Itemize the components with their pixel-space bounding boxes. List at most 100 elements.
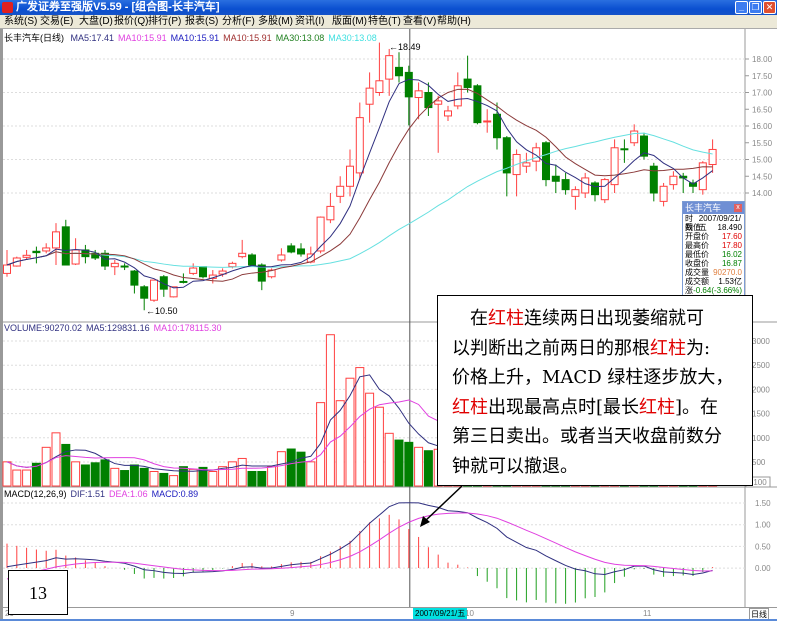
low-price-marker: ←10.50 [146, 306, 178, 316]
legend-value: VOLUME:90270.02 [4, 323, 83, 333]
candle-up [336, 185, 345, 197]
callout-text: 第三日卖出。或者当天收盘前数分 [452, 426, 722, 447]
volume-bar-up [345, 377, 355, 487]
volume-bar-up [188, 468, 198, 487]
callout-text: 在 [452, 308, 488, 329]
price-axis-label: 16.50 [752, 105, 773, 114]
volume-legend: VOLUME:90270.02 MA5:129831.16 MA10:178115.… [4, 323, 226, 333]
candle-up [434, 100, 443, 105]
candle-down [395, 66, 403, 77]
candle-up [326, 205, 335, 221]
legend-value: MACD:0.89 [151, 489, 199, 499]
candle-down [424, 92, 433, 109]
candle-up [110, 262, 119, 268]
candle-down [463, 78, 472, 88]
price-axis-label: 17.00 [752, 89, 773, 98]
volume-bar-down [159, 472, 169, 487]
volume-bar-down [100, 459, 110, 487]
info-row: 涨幅-0.64(-3.66%) [683, 286, 744, 304]
volume-bar-down [247, 471, 257, 487]
volume-bar-up [41, 446, 51, 487]
info-close-icon[interactable]: x [734, 204, 742, 212]
candle-up [483, 120, 492, 123]
volume-bar-up [71, 461, 81, 487]
candle-down [179, 280, 188, 283]
price-axis-label: 14.00 [752, 189, 773, 198]
info-label: 涨幅 [685, 286, 693, 304]
volume-bar-up [365, 392, 375, 487]
candle-up [228, 262, 237, 268]
volume-bar-up [384, 432, 394, 487]
candle-down [130, 270, 139, 286]
volume-bar-up [149, 471, 159, 487]
window-edge [777, 0, 787, 632]
legend-value: MA10:15.91 [118, 33, 167, 43]
candle-down [199, 266, 207, 278]
candle-down [248, 254, 256, 266]
volume-bar-up [325, 334, 335, 487]
volume-bar-down [80, 464, 90, 487]
candle-down [287, 245, 296, 253]
volume-bar-up [355, 367, 365, 487]
info-value: 18.490 [717, 223, 742, 232]
volume-bar-down [139, 467, 149, 487]
price-axis-label: 14.50 [752, 172, 773, 181]
stock-name-label: 长丰汽车(日线) [4, 33, 64, 43]
candle-up [600, 179, 609, 201]
info-label: 收盘价 [685, 259, 709, 268]
volume-bar-up [276, 451, 286, 487]
volume-bar-up [237, 457, 247, 487]
volume-bar-up [169, 475, 179, 487]
candle-up [532, 147, 541, 162]
callout-line: 第三日卖出。或者当天收盘前数分 [452, 422, 752, 452]
highlight-text: 红柱 [488, 308, 524, 329]
info-label: 数值 [685, 223, 701, 232]
volume-bar-down [286, 448, 296, 487]
candle-up [669, 175, 678, 186]
candle-up [150, 279, 158, 301]
info-label: 时间 [685, 214, 693, 232]
volume-axis-label: 1000 [752, 434, 770, 443]
legend-value: MA30:13.08 [328, 33, 377, 43]
legend-value: MA10:15.91 [170, 33, 220, 43]
info-value: 90270.0 [713, 268, 742, 277]
volume-axis-label: 500 [752, 458, 766, 467]
volume-bar-down [120, 470, 130, 487]
candle-down [404, 71, 413, 98]
candle-down [297, 248, 305, 255]
figure-number: 13 [8, 570, 68, 615]
info-value: 2007/09/21/五 [698, 214, 742, 232]
candle-up [238, 252, 247, 258]
info-row: 时间 2007/09/21/五 [683, 214, 744, 232]
date-label: 9 [290, 609, 295, 618]
date-label: 10 [465, 609, 474, 618]
candle-up [571, 189, 580, 197]
volume-bar-up [414, 446, 424, 487]
status-bar [0, 619, 787, 632]
candle-up [22, 254, 31, 258]
info-row: 收盘价 16.87 [683, 259, 744, 268]
info-row: 成交量 90270.0 [683, 268, 744, 277]
info-row: 数值 18.490 [683, 223, 744, 232]
legend-value: MACD(12,26,9) [4, 489, 67, 499]
legend-value: DIF:1.51 [70, 489, 106, 499]
info-row: 最高价 17.80 [683, 241, 744, 250]
callout-text: ]。在 [675, 396, 719, 418]
callout-line: 钟就可以撤退。 [452, 452, 752, 482]
info-row: 开盘价 17.60 [683, 232, 744, 241]
high-price-marker: ←18.49 [389, 42, 421, 52]
candle-up [346, 165, 354, 187]
info-panel-title: 长丰汽车 [685, 203, 722, 213]
volume-bar-down [257, 471, 267, 487]
info-label: 成交量 [685, 268, 709, 277]
info-value: 16.87 [721, 259, 742, 268]
candle-down [61, 226, 70, 266]
price-axis-label: 17.50 [752, 72, 773, 81]
volume-bar-up [306, 461, 316, 487]
callout-line: 以判断出之前两日的那根红柱为: [452, 334, 752, 364]
price-legend: 长丰汽车(日线) MA5:17.41 MA10:15.91 MA10:15.91 MA… [4, 31, 381, 44]
candle-up [71, 249, 80, 265]
volume-bar-down [90, 462, 100, 487]
info-label: 最高价 [685, 241, 709, 250]
date-axis: 20 9 2007/09/21/五 10 11 日线 [3, 607, 777, 621]
